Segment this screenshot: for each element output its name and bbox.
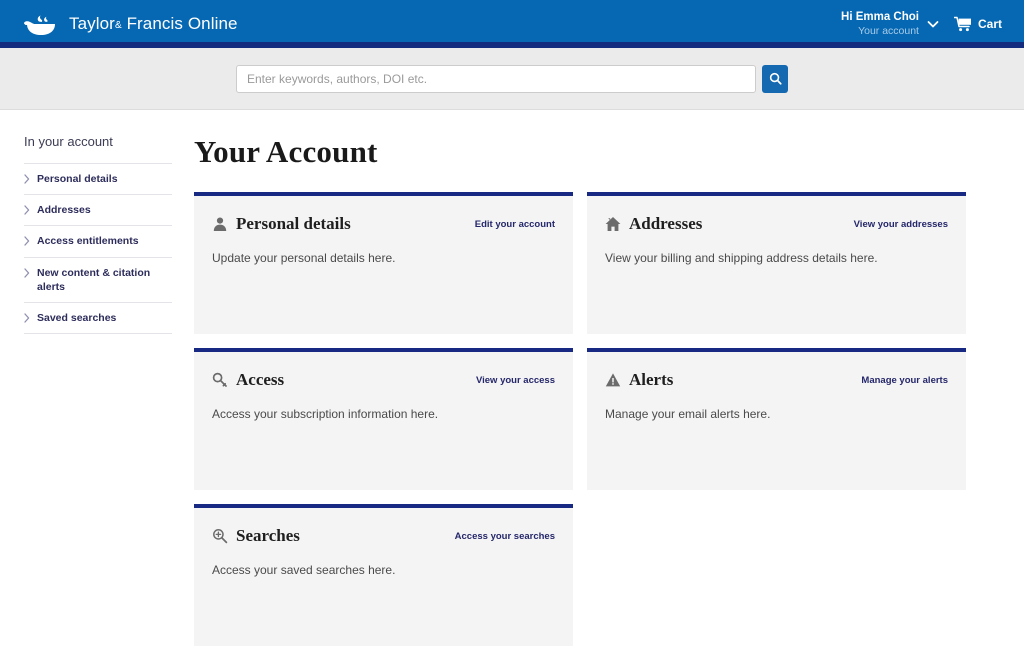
site-header: Taylor& Francis Online Hi Emma Choi Your… — [0, 0, 1024, 48]
card-title: Searches — [236, 526, 300, 545]
account-greeting: Hi Emma Choi — [841, 11, 919, 24]
cart-button[interactable]: Cart — [953, 16, 1002, 32]
card-header: Addresses View your addresses — [605, 214, 948, 234]
card-title-group: Alerts — [605, 370, 673, 390]
sidebar-item-saved-searches[interactable]: Saved searches — [24, 301, 172, 335]
search-band — [0, 48, 1024, 110]
chevron-down-icon[interactable] — [926, 17, 940, 31]
home-icon — [605, 216, 621, 232]
teacup-logo-icon — [22, 11, 60, 37]
zoom-in-icon — [212, 528, 228, 544]
header-actions: Hi Emma Choi Your account Cart — [841, 10, 1010, 38]
sidebar-item-label: Personal details — [37, 173, 118, 185]
card-title: Addresses — [629, 214, 703, 233]
card-access[interactable]: Access View your access Access your subs… — [194, 348, 573, 490]
cart-label: Cart — [977, 17, 1002, 31]
sidebar: In your account Personal details Address… — [0, 134, 172, 646]
account-labels: Hi Emma Choi Your account — [841, 10, 919, 38]
card-header: Alerts Manage your alerts — [605, 370, 948, 390]
chevron-right-icon — [24, 172, 30, 184]
card-action-link[interactable]: Access your searches — [455, 531, 555, 542]
card-addresses[interactable]: Addresses View your addresses View your … — [587, 192, 966, 334]
chevron-right-icon — [24, 234, 30, 246]
card-description: Update your personal details here. — [212, 251, 396, 265]
search-submit-button[interactable] — [762, 64, 788, 93]
search-input[interactable] — [236, 64, 756, 93]
card-title: Alerts — [629, 370, 674, 389]
shopping-cart-icon — [953, 16, 972, 32]
page-title: Your Account — [194, 134, 378, 169]
card-personal-details[interactable]: Personal details Edit your account Updat… — [194, 192, 573, 334]
sidebar-list: Personal details Addresses Access entitl… — [24, 163, 172, 335]
sidebar-title: In your account — [24, 134, 113, 149]
key-icon — [212, 372, 228, 388]
sidebar-item-label: New content & citation alerts — [37, 266, 151, 293]
card-action-link[interactable]: Manage your alerts — [861, 375, 948, 386]
sidebar-item-new-content-citation-alerts[interactable]: New content & citation alerts — [24, 256, 172, 302]
main-content: Your Account Personal details Edit your … — [172, 134, 1024, 646]
page-body: In your account Personal details Address… — [0, 110, 1024, 646]
card-searches[interactable]: Searches Access your searches Access you… — [194, 504, 573, 646]
card-title-group: Addresses — [605, 214, 702, 234]
brand-logo-link[interactable]: Taylor& Francis Online — [22, 11, 238, 37]
account-menu[interactable]: Hi Emma Choi Your account — [841, 10, 940, 38]
card-description: Access your subscription information her… — [212, 407, 439, 421]
search-form — [236, 64, 788, 93]
sidebar-item-label: Saved searches — [37, 311, 117, 324]
card-action-link[interactable]: Edit your account — [475, 219, 555, 230]
sidebar-item-access-entitlements[interactable]: Access entitlements — [24, 225, 172, 256]
search-icon — [769, 72, 782, 85]
brand-name: Taylor& Francis Online — [69, 14, 238, 33]
card-title: Access — [236, 370, 285, 389]
card-action-link[interactable]: View your addresses — [854, 219, 948, 230]
account-subtitle: Your account — [858, 24, 919, 37]
user-icon — [212, 216, 228, 232]
card-title-group: Access — [212, 370, 284, 390]
card-action-link[interactable]: View your access — [476, 375, 555, 386]
card-header: Personal details Edit your account — [212, 214, 555, 234]
card-header: Searches Access your searches — [212, 526, 555, 546]
sidebar-item-label: Access entitlements — [37, 235, 139, 248]
card-title-group: Personal details — [212, 214, 351, 234]
card-description: View your billing and shipping address d… — [605, 251, 878, 265]
card-description: Manage your email alerts here. — [605, 407, 771, 421]
chevron-right-icon — [24, 203, 30, 215]
card-header: Access View your access — [212, 370, 555, 390]
sidebar-item-label: Addresses — [37, 204, 91, 217]
card-alerts[interactable]: Alerts Manage your alerts Manage your em… — [587, 348, 966, 490]
sidebar-item-addresses[interactable]: Addresses — [24, 194, 172, 225]
chevron-right-icon — [24, 311, 30, 323]
sidebar-item-personal-details[interactable]: Personal details — [24, 163, 172, 194]
card-title: Personal details — [236, 214, 351, 233]
warning-triangle-icon — [605, 372, 621, 388]
card-description: Access your saved searches here. — [212, 563, 396, 577]
card-title-group: Searches — [212, 526, 300, 546]
chevron-right-icon — [24, 266, 30, 278]
